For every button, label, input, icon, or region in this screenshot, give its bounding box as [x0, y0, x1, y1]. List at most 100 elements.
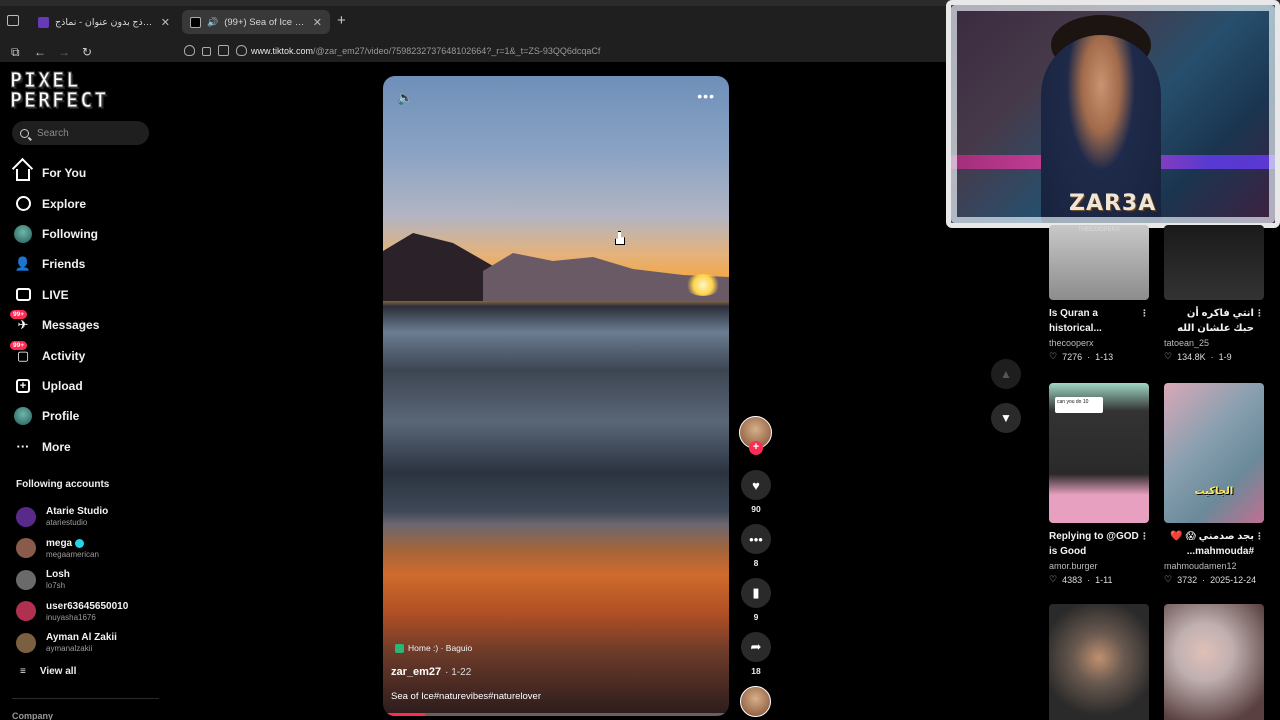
sidebar-item-live[interactable]: LIVE: [14, 280, 164, 310]
new-tab-button[interactable]: +: [337, 13, 346, 28]
sound-avatar[interactable]: [740, 686, 771, 717]
account-name: Losh: [46, 569, 70, 581]
following-account-item[interactable]: Atarie Studio atariestudio: [16, 501, 166, 533]
video-thumbnail: [1164, 225, 1264, 300]
following-account-item[interactable]: mega megaamerican: [16, 533, 166, 565]
more-options-icon[interactable]: ⋮: [1140, 306, 1149, 321]
more-options-icon[interactable]: ⋮: [1140, 529, 1149, 544]
sidebar-item-friends[interactable]: 👤 Friends: [14, 249, 164, 279]
thumbnail-caption: الجاكيت: [1194, 486, 1234, 497]
avatar: [16, 569, 36, 590]
video-card[interactable]: can you do 10 Replying to @GOD is Good ⋮ …: [1049, 383, 1149, 585]
video-title: Is Quran a historical...: [1049, 308, 1102, 334]
meta-separator: ·: [1087, 351, 1091, 362]
more-options-icon[interactable]: ⋮: [1255, 306, 1264, 321]
tracking-off-icon[interactable]: [236, 45, 247, 56]
permissions-icon[interactable]: [218, 45, 229, 56]
sidebar-item-messages[interactable]: ✈ 99+ Messages: [10, 310, 164, 340]
video-title: بجد صدمني 😱 ❤️ #mahmouda...: [1170, 531, 1254, 557]
forward-arrow-icon[interactable]: →: [58, 44, 70, 60]
comment-icon: •••: [741, 524, 771, 554]
like-count: 4383: [1062, 574, 1083, 585]
back-arrow-icon[interactable]: ←: [34, 44, 46, 60]
volume-icon[interactable]: 🔈: [397, 90, 413, 106]
shield-icon[interactable]: [184, 45, 195, 56]
sidebar-item-more[interactable]: ··· More: [14, 432, 164, 462]
video-author[interactable]: amor.burger: [1049, 561, 1149, 571]
browser-tab-tiktok[interactable]: 🔊 (99+) Sea of Ice #naturevibes ✕: [182, 10, 330, 34]
share-button[interactable]: ➦ 18: [741, 632, 771, 676]
sidebar-item-label: Upload: [42, 378, 83, 393]
sidebar-item-activity[interactable]: ▢ 99+ Activity: [10, 340, 164, 370]
channel-logo[interactable]: PIXEL PERFECT: [8, 68, 120, 113]
more-options-icon[interactable]: •••: [697, 88, 715, 104]
audio-playing-icon[interactable]: 🔊: [207, 17, 218, 28]
reply-sticker: can you do 10: [1055, 397, 1103, 413]
meta-separator: ·: [1210, 351, 1214, 362]
video-title-row: Is Quran a historical... ⋮: [1049, 306, 1149, 336]
heart-outline-icon: ♡: [1164, 351, 1173, 361]
activity-badge: 99+: [10, 340, 28, 350]
reload-icon[interactable]: ↻: [82, 44, 92, 60]
search-input[interactable]: Search: [12, 121, 149, 145]
like-button[interactable]: ♥ 90: [741, 470, 771, 514]
video-card[interactable]: الجاكيت بجد صدمني 😱 ❤️ #mahmouda... ⋮ mah…: [1164, 383, 1264, 585]
browser-tab-forms[interactable]: نموذج بدون عنوان - نماذج Google ✕: [30, 10, 178, 34]
video-player[interactable]: 🔈 ••• Home :) · Baguio zar_em27 · 1-22 Se…: [383, 76, 729, 716]
video-author[interactable]: zar_em27 · 1-22: [391, 666, 471, 678]
following-account-item[interactable]: Ayman Al Zakii aymanalzakii: [16, 627, 166, 659]
video-meta: ♡ 134.8K · 1-9: [1164, 351, 1264, 362]
view-all-link[interactable]: ≡ View all: [20, 666, 76, 677]
close-tab-icon[interactable]: ✕: [313, 16, 322, 29]
save-button[interactable]: ▮ 9: [741, 578, 771, 622]
upload-icon: +: [14, 377, 32, 395]
video-date: 2025-12-24: [1210, 574, 1257, 585]
tab-sidebar-icon[interactable]: [7, 15, 19, 26]
creator-avatar[interactable]: +: [739, 416, 772, 455]
lock-icon[interactable]: [202, 47, 211, 56]
avatar: [16, 601, 36, 622]
tiktok-favicon-icon: [190, 16, 201, 28]
address-bar[interactable]: www.tiktok.com/@zar_em27/video/759823273…: [251, 46, 600, 56]
avatar: [16, 506, 36, 527]
video-caption[interactable]: Sea of Ice#naturevibes#naturelover: [391, 691, 541, 702]
mountain-silhouette: [383, 233, 729, 301]
more-dots-icon: ···: [16, 439, 30, 455]
compass-icon: [14, 195, 32, 213]
video-location[interactable]: Home :) · Baguio: [395, 643, 472, 653]
account-handle: inuyasha1676: [46, 612, 96, 622]
share-count: 18: [751, 666, 761, 676]
bookmark-icon: ▮: [741, 578, 771, 608]
video-title-row: Replying to @GOD is Good ⋮: [1049, 529, 1149, 559]
heart-icon: ♥: [741, 470, 771, 500]
video-progress-bar[interactable]: [383, 713, 729, 716]
sidebar-item-following[interactable]: Following: [14, 219, 164, 249]
sidebar-item-upload[interactable]: + Upload: [14, 371, 164, 401]
sidebar-item-for-you[interactable]: For You: [14, 158, 164, 188]
video-card[interactable]: انتي فاكره أن حبك علشان الله ❤️ #كبير_ال…: [1164, 225, 1264, 362]
sidebar-item-label: Activity: [42, 348, 86, 363]
tab-overview-icon[interactable]: ⧉: [11, 44, 20, 60]
company-link[interactable]: Company: [12, 711, 53, 720]
following-account-item[interactable]: user63645650010 inuyasha1676: [16, 596, 166, 628]
heart-outline-icon: ♡: [1049, 351, 1058, 361]
google-forms-icon: [38, 16, 49, 28]
video-author[interactable]: mahmoudamen12: [1164, 561, 1264, 571]
next-video-button[interactable]: ▼: [991, 403, 1021, 433]
follow-plus-icon[interactable]: +: [749, 441, 763, 455]
comment-button[interactable]: ••• 8: [741, 524, 771, 568]
close-tab-icon[interactable]: ✕: [161, 16, 170, 29]
list-icon: ≡: [20, 666, 26, 677]
video-author[interactable]: thecooperx: [1049, 338, 1149, 348]
video-card[interactable]: [1049, 604, 1149, 720]
video-card[interactable]: [1164, 604, 1264, 720]
more-options-icon[interactable]: ⋮: [1255, 529, 1264, 544]
video-author[interactable]: tatoean_25: [1164, 338, 1264, 348]
heart-outline-icon: ♡: [1164, 574, 1173, 584]
previous-video-button[interactable]: ▲: [991, 359, 1021, 389]
sidebar-item-explore[interactable]: Explore: [14, 188, 164, 218]
url-path: /@zar_em27/video/7598232737648102664?_r=…: [313, 46, 601, 56]
video-card[interactable]: THECOOPERX Is Quran a historical... ⋮ the…: [1049, 225, 1149, 362]
sidebar-item-profile[interactable]: Profile: [14, 401, 164, 431]
following-account-item[interactable]: Losh lo7sh: [16, 564, 166, 596]
